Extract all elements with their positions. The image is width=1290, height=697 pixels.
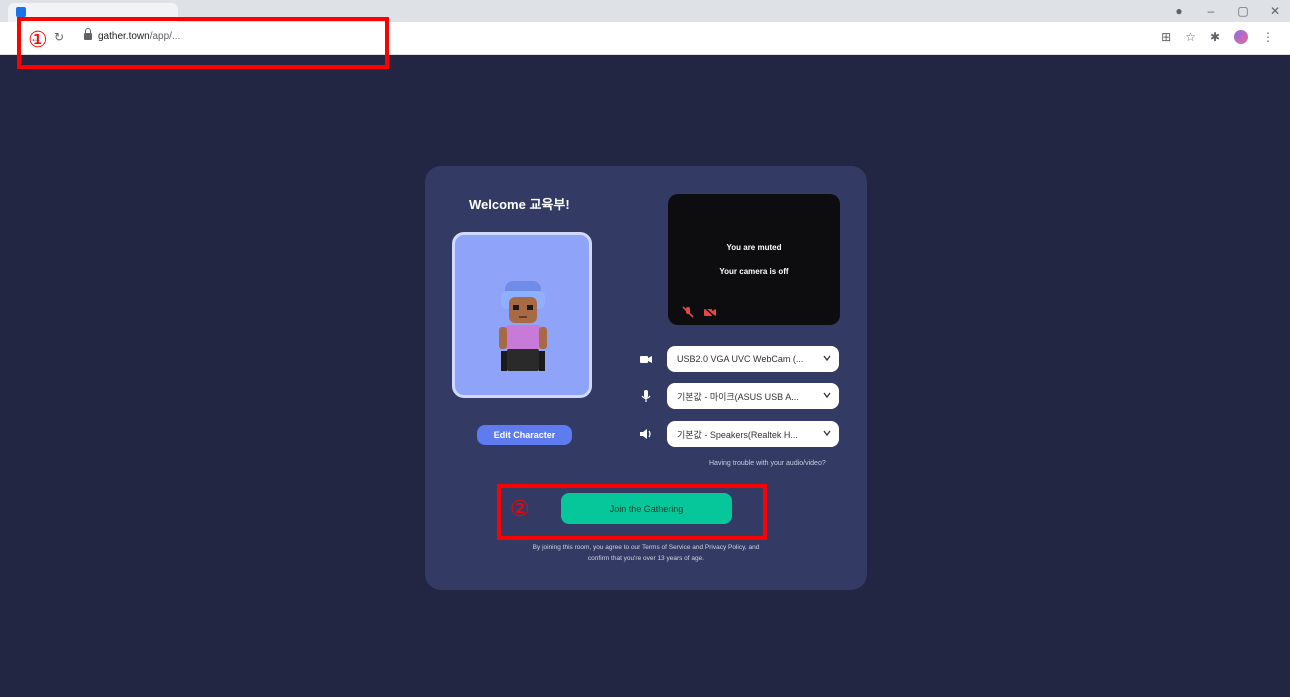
- page-background: Welcome 교육부! Edit Character You are mute…: [0, 55, 1290, 697]
- chevron-down-icon: [823, 392, 831, 399]
- avatar-frame: [452, 232, 592, 398]
- annotation-box-2: [497, 484, 767, 540]
- annotation-number-2: ②: [510, 497, 530, 522]
- video-preview: You are muted Your camera is off: [668, 194, 840, 325]
- maximize-button[interactable]: ▢: [1236, 4, 1250, 18]
- menu-dots-icon[interactable]: ⋮: [1262, 30, 1274, 44]
- translate-icon[interactable]: ⊞: [1161, 30, 1171, 44]
- microphone-icon: [641, 390, 651, 402]
- extensions-icon[interactable]: ✱: [1210, 30, 1220, 44]
- star-icon[interactable]: ☆: [1185, 30, 1196, 44]
- microphone-select-value: 기본값 - 마이크(ASUS USB A...: [677, 391, 799, 402]
- camera-icon: [640, 356, 652, 363]
- microphone-select[interactable]: 기본값 - 마이크(ASUS USB A...: [667, 383, 839, 409]
- camera-select-value: USB2.0 VGA UVC WebCam (...: [677, 354, 804, 364]
- toolbar-right: ⊞ ☆ ✱ ⋮: [1161, 30, 1274, 44]
- camera-select[interactable]: USB2.0 VGA UVC WebCam (...: [667, 346, 839, 372]
- chevron-down-icon: [823, 355, 831, 362]
- welcome-title: Welcome 교육부!: [469, 197, 570, 212]
- edit-character-button[interactable]: Edit Character: [477, 425, 572, 445]
- window-controls: ● – ▢ ✕: [1172, 4, 1282, 18]
- close-button[interactable]: ✕: [1268, 4, 1282, 18]
- character-avatar: [499, 281, 547, 371]
- annotation-number-1: ①: [28, 28, 48, 53]
- camera-off-status: Your camera is off: [719, 267, 789, 276]
- speaker-select[interactable]: 기본값 - Speakers(Realtek H...: [667, 421, 839, 447]
- muted-status: You are muted: [726, 243, 782, 252]
- terms-text: By joining this room, you agree to our T…: [532, 544, 760, 562]
- mic-off-icon[interactable]: [682, 306, 694, 318]
- speaker-icon: [640, 429, 651, 439]
- chevron-down-icon: [823, 430, 831, 437]
- speaker-select-value: 기본값 - Speakers(Realtek H...: [677, 429, 798, 440]
- minimize-button[interactable]: –: [1204, 4, 1218, 18]
- favicon-icon: [16, 7, 26, 17]
- trouble-link[interactable]: Having trouble with your audio/video?: [709, 460, 826, 467]
- camera-off-icon[interactable]: [703, 306, 717, 318]
- annotation-box-1: [17, 17, 389, 69]
- profile-avatar[interactable]: [1234, 30, 1248, 44]
- record-icon: ●: [1175, 4, 1183, 18]
